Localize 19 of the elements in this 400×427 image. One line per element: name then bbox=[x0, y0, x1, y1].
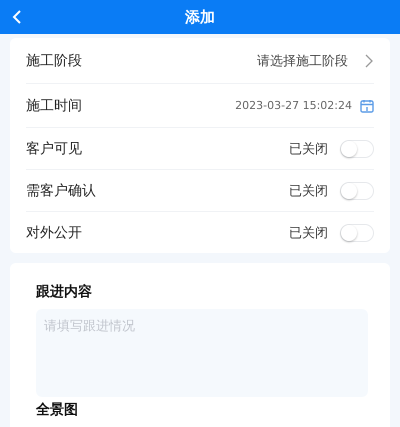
toggle-switch[interactable] bbox=[340, 140, 374, 158]
field-label: 需客户确认 bbox=[26, 182, 97, 200]
calendar-icon[interactable] bbox=[360, 98, 374, 112]
section-title: 跟进内容 bbox=[36, 283, 93, 301]
field-label: 施工时间 bbox=[26, 96, 83, 114]
field-label: 客户可见 bbox=[26, 140, 83, 158]
toggle-switch[interactable] bbox=[340, 182, 374, 200]
toggle-status: 已关闭 bbox=[289, 224, 328, 242]
select-row[interactable]: 施工阶段 请选择施工阶段 bbox=[26, 38, 374, 84]
field-label: 施工阶段 bbox=[26, 52, 83, 70]
section-title: 全景图 bbox=[36, 401, 79, 419]
page-title: 添加 bbox=[185, 8, 215, 26]
toggle-switch[interactable] bbox=[340, 224, 374, 242]
toggle-status: 已关闭 bbox=[289, 140, 328, 158]
toggle-status: 已关闭 bbox=[289, 182, 328, 200]
datetime-value[interactable]: 2023-03-27 15:02:24 bbox=[235, 99, 352, 112]
field-label: 对外公开 bbox=[26, 224, 83, 242]
chevron-icon bbox=[364, 54, 374, 68]
select-placeholder: 请选择施工阶段 bbox=[257, 52, 348, 70]
